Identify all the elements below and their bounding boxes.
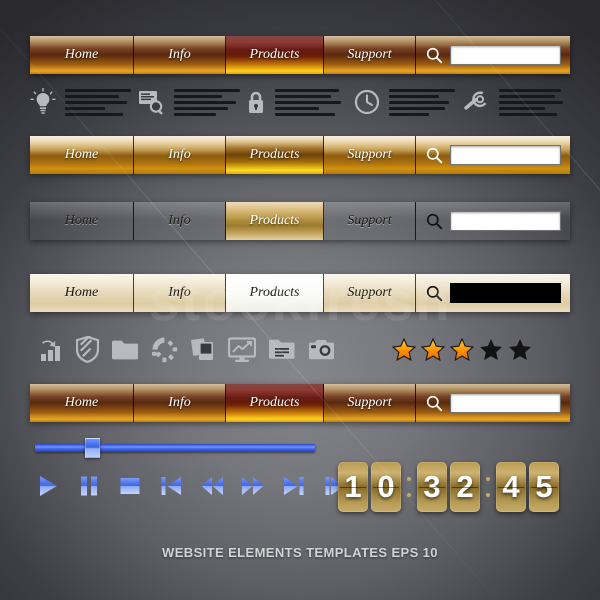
- navbar-ivory: Home Info Products Support: [30, 274, 570, 312]
- navbar-pale: Home Info Products Support: [30, 202, 570, 240]
- navbar-gold: Home Info Products Support: [30, 136, 570, 174]
- nav-tab-home[interactable]: Home: [30, 36, 134, 74]
- search-input[interactable]: [450, 393, 561, 413]
- navbar-copper-top: Home Info Products Support: [30, 36, 570, 74]
- clock-separator: [404, 477, 414, 497]
- file-folder-icon[interactable]: [268, 338, 296, 361]
- nav-tab-products[interactable]: Products: [226, 136, 324, 174]
- nav-tab-support[interactable]: Support: [324, 202, 416, 240]
- pause-button[interactable]: [77, 474, 101, 498]
- lightbulb-icon: [30, 88, 56, 114]
- nav-tab-support[interactable]: Support: [324, 136, 416, 174]
- feature-item-settings[interactable]: [462, 88, 570, 116]
- page-title: WEBSITE ELEMENTS TEMPLATES EPS 10: [162, 545, 438, 560]
- bar-chart-icon[interactable]: [38, 337, 64, 363]
- search-input[interactable]: [450, 211, 561, 231]
- placeholder-text-lines: [174, 88, 240, 116]
- next-track-button[interactable]: [282, 474, 306, 498]
- search-icon[interactable]: [426, 147, 443, 164]
- clock-separator: [483, 477, 493, 497]
- star-icon-filled[interactable]: [450, 338, 474, 361]
- star-icon-filled[interactable]: [421, 338, 445, 361]
- slider-handle[interactable]: [85, 438, 101, 458]
- feature-item-clock[interactable]: [354, 88, 462, 116]
- nav-tab-info[interactable]: Info: [134, 274, 226, 312]
- camera-icon[interactable]: [308, 338, 336, 361]
- clock-digit: 5: [529, 462, 559, 512]
- search-icon[interactable]: [426, 47, 443, 64]
- tool-icons: [38, 336, 336, 363]
- search-icon[interactable]: [426, 285, 443, 302]
- chart-monitor-icon[interactable]: [228, 336, 256, 363]
- photos-icon[interactable]: [190, 337, 216, 363]
- placeholder-text-lines: [275, 88, 341, 116]
- shield-icon[interactable]: [76, 336, 99, 363]
- nav-tab-products[interactable]: Products: [226, 202, 324, 240]
- feature-item-lightbulb[interactable]: [30, 88, 138, 116]
- search-icon[interactable]: [426, 395, 443, 412]
- search-cell: [416, 36, 570, 74]
- nav-tab-support[interactable]: Support: [324, 384, 416, 422]
- play-button[interactable]: [36, 474, 60, 498]
- search-input[interactable]: [450, 145, 561, 165]
- search-input[interactable]: [450, 45, 561, 65]
- nav-tab-info[interactable]: Info: [134, 384, 226, 422]
- clock-digit: 2: [450, 462, 480, 512]
- nav-tab-home[interactable]: Home: [30, 136, 134, 174]
- wrench-gear-icon: [464, 90, 487, 110]
- fast-forward-button[interactable]: [241, 474, 265, 498]
- navbar-copper-bottom: Home Info Products Support: [30, 384, 570, 422]
- stop-button[interactable]: [118, 474, 142, 498]
- tool-icon-strip: [38, 336, 578, 363]
- search-input[interactable]: [450, 283, 561, 303]
- progress-slider[interactable]: [35, 438, 315, 458]
- previous-track-button[interactable]: [159, 474, 183, 498]
- feature-item-document-search[interactable]: [138, 88, 246, 116]
- placeholder-text-lines: [389, 88, 455, 116]
- nav-tab-support[interactable]: Support: [324, 274, 416, 312]
- clock-digit: 0: [371, 462, 401, 512]
- flip-clock: 1 0 3 2 4 5: [338, 462, 559, 512]
- clock-icon: [354, 89, 380, 115]
- search-cell: [416, 202, 570, 240]
- pie-loader-icon[interactable]: [151, 336, 178, 363]
- feature-item-lock[interactable]: [246, 88, 354, 116]
- nav-tab-support[interactable]: Support: [324, 36, 416, 74]
- nav-tab-products[interactable]: Products: [226, 384, 324, 422]
- search-cell: [416, 136, 570, 174]
- nav-tab-home[interactable]: Home: [30, 384, 134, 422]
- search-cell: [416, 384, 570, 422]
- placeholder-text-lines: [499, 88, 563, 116]
- clock-digit: 1: [338, 462, 368, 512]
- star-icon-empty[interactable]: [508, 338, 532, 361]
- nav-tab-info[interactable]: Info: [134, 136, 226, 174]
- nav-tab-products[interactable]: Products: [226, 274, 324, 312]
- star-icon-filled[interactable]: [392, 338, 416, 361]
- star-icon-empty[interactable]: [479, 338, 503, 361]
- nav-tab-info[interactable]: Info: [134, 202, 226, 240]
- document-search-icon: [139, 91, 163, 115]
- nav-tab-info[interactable]: Info: [134, 36, 226, 74]
- nav-tab-home[interactable]: Home: [30, 274, 134, 312]
- feature-icon-row: [30, 88, 570, 116]
- nav-tab-home[interactable]: Home: [30, 202, 134, 240]
- clock-digit: 4: [496, 462, 526, 512]
- lock-icon: [249, 91, 263, 113]
- clock-seconds: 4 5: [496, 462, 559, 512]
- clock-digit: 3: [417, 462, 447, 512]
- rating-stars[interactable]: [392, 338, 532, 361]
- search-cell: [416, 274, 570, 312]
- nav-tab-products[interactable]: Products: [226, 36, 324, 74]
- media-controls: [36, 474, 347, 498]
- placeholder-text-lines: [65, 88, 131, 116]
- search-icon[interactable]: [426, 213, 443, 230]
- clock-minutes: 3 2: [417, 462, 480, 512]
- artboard: stockfresh Home Info Products Support: [0, 0, 600, 600]
- folder-icon[interactable]: [111, 338, 139, 361]
- rewind-button[interactable]: [200, 474, 224, 498]
- clock-hours: 1 0: [338, 462, 401, 512]
- slider-track[interactable]: [35, 444, 315, 452]
